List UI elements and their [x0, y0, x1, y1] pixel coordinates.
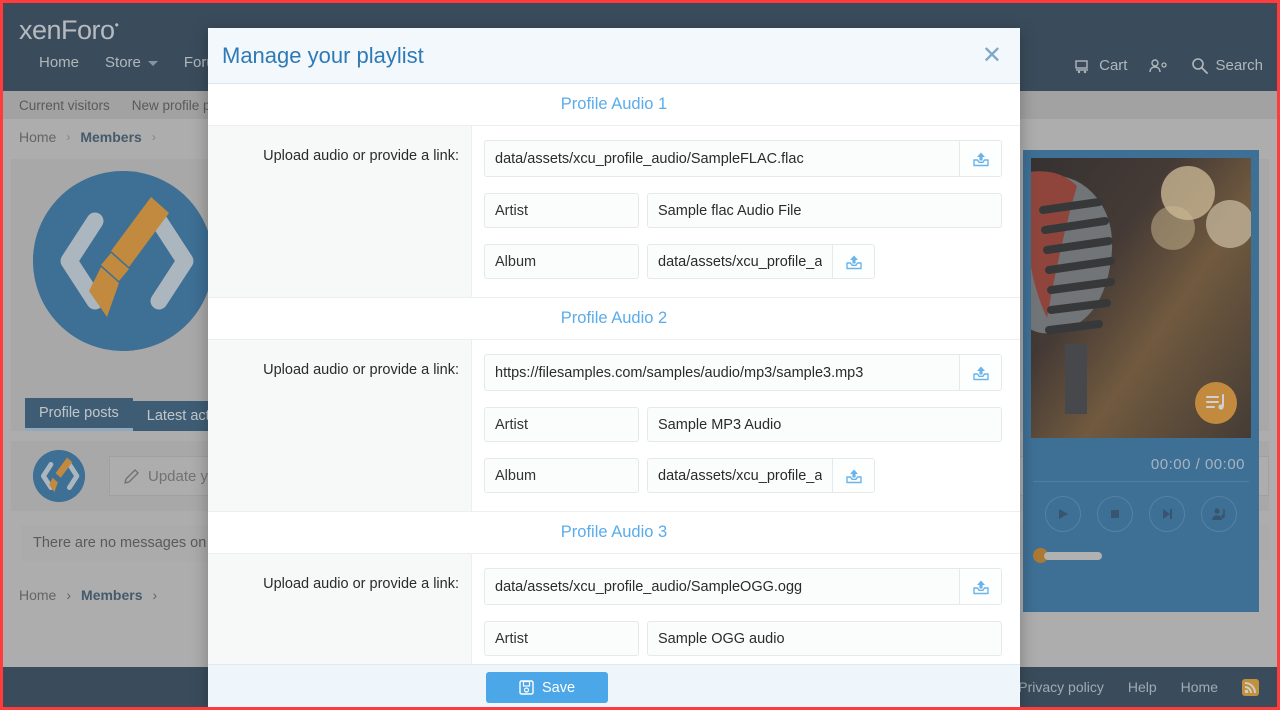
save-button-label: Save [542, 680, 575, 696]
upload-audio-label: Upload audio or provide a link: [263, 576, 459, 592]
section-header: Profile Audio 3 [208, 512, 1020, 554]
album-input[interactable] [648, 245, 832, 278]
manage-playlist-modal: Manage your playlist ✕ Profile Audio 1 U… [208, 28, 1020, 710]
field-label-column: Upload audio or provide a link: [208, 340, 472, 511]
upload-icon[interactable] [959, 569, 1001, 604]
artist-value-field [647, 407, 1002, 442]
audio-link-row [484, 568, 1002, 605]
audio-field-block: Upload audio or provide a link: Artist [208, 554, 1020, 664]
upload-audio-label: Upload audio or provide a link: [263, 362, 459, 378]
audio-link-row [484, 354, 1002, 391]
artist-row: Artist [484, 407, 1002, 442]
upload-audio-label: Upload audio or provide a link: [263, 148, 459, 164]
artist-input[interactable] [648, 408, 1001, 441]
section-title: Profile Audio 2 [482, 309, 746, 328]
upload-glyph [845, 254, 863, 270]
field-input-column: Artist Album [472, 340, 1020, 511]
upload-icon[interactable] [959, 141, 1001, 176]
artist-value-field [647, 621, 1002, 656]
section-header: Profile Audio 2 [208, 298, 1020, 340]
artist-row: Artist [484, 621, 1002, 656]
album-key-label: Album [484, 458, 639, 493]
upload-glyph [845, 468, 863, 484]
section-title: Profile Audio 3 [482, 523, 746, 542]
album-row: Album [484, 244, 1002, 279]
section-title: Profile Audio 1 [482, 95, 746, 114]
artist-key-label: Artist [484, 193, 639, 228]
field-input-column: Artist Album [472, 126, 1020, 297]
artist-key-label: Artist [484, 407, 639, 442]
audio-link-input[interactable] [485, 141, 959, 176]
audio-link-input[interactable] [485, 355, 959, 390]
artist-row: Artist [484, 193, 1002, 228]
album-key-label: Album [484, 244, 639, 279]
close-icon[interactable]: ✕ [982, 44, 1002, 68]
field-label-column: Upload audio or provide a link: [208, 554, 472, 664]
audio-field-block: Upload audio or provide a link: Artist [208, 340, 1020, 512]
upload-icon[interactable] [832, 459, 874, 492]
audio-link-input[interactable] [485, 569, 959, 604]
artist-input[interactable] [648, 622, 1001, 655]
artist-input[interactable] [648, 194, 1001, 227]
audio-field-block: Upload audio or provide a link: Artist [208, 126, 1020, 298]
save-icon [519, 680, 534, 695]
album-input[interactable] [648, 459, 832, 492]
artist-value-field [647, 193, 1002, 228]
upload-icon[interactable] [832, 245, 874, 278]
field-input-column: Artist [472, 554, 1020, 664]
album-value-field [647, 458, 875, 493]
save-button[interactable]: Save [486, 672, 608, 703]
modal-footer: Save [208, 664, 1020, 710]
artist-key-label: Artist [484, 621, 639, 656]
field-label-column: Upload audio or provide a link: [208, 126, 472, 297]
modal-body: Profile Audio 1 Upload audio or provide … [208, 84, 1020, 664]
album-value-field [647, 244, 875, 279]
upload-icon[interactable] [959, 355, 1001, 390]
section-header: Profile Audio 1 [208, 84, 1020, 126]
upload-glyph [972, 151, 990, 167]
upload-glyph [972, 579, 990, 595]
album-row: Album [484, 458, 1002, 493]
modal-title: Manage your playlist [222, 43, 424, 69]
upload-glyph [972, 365, 990, 381]
audio-link-row [484, 140, 1002, 177]
modal-header: Manage your playlist ✕ [208, 28, 1020, 84]
